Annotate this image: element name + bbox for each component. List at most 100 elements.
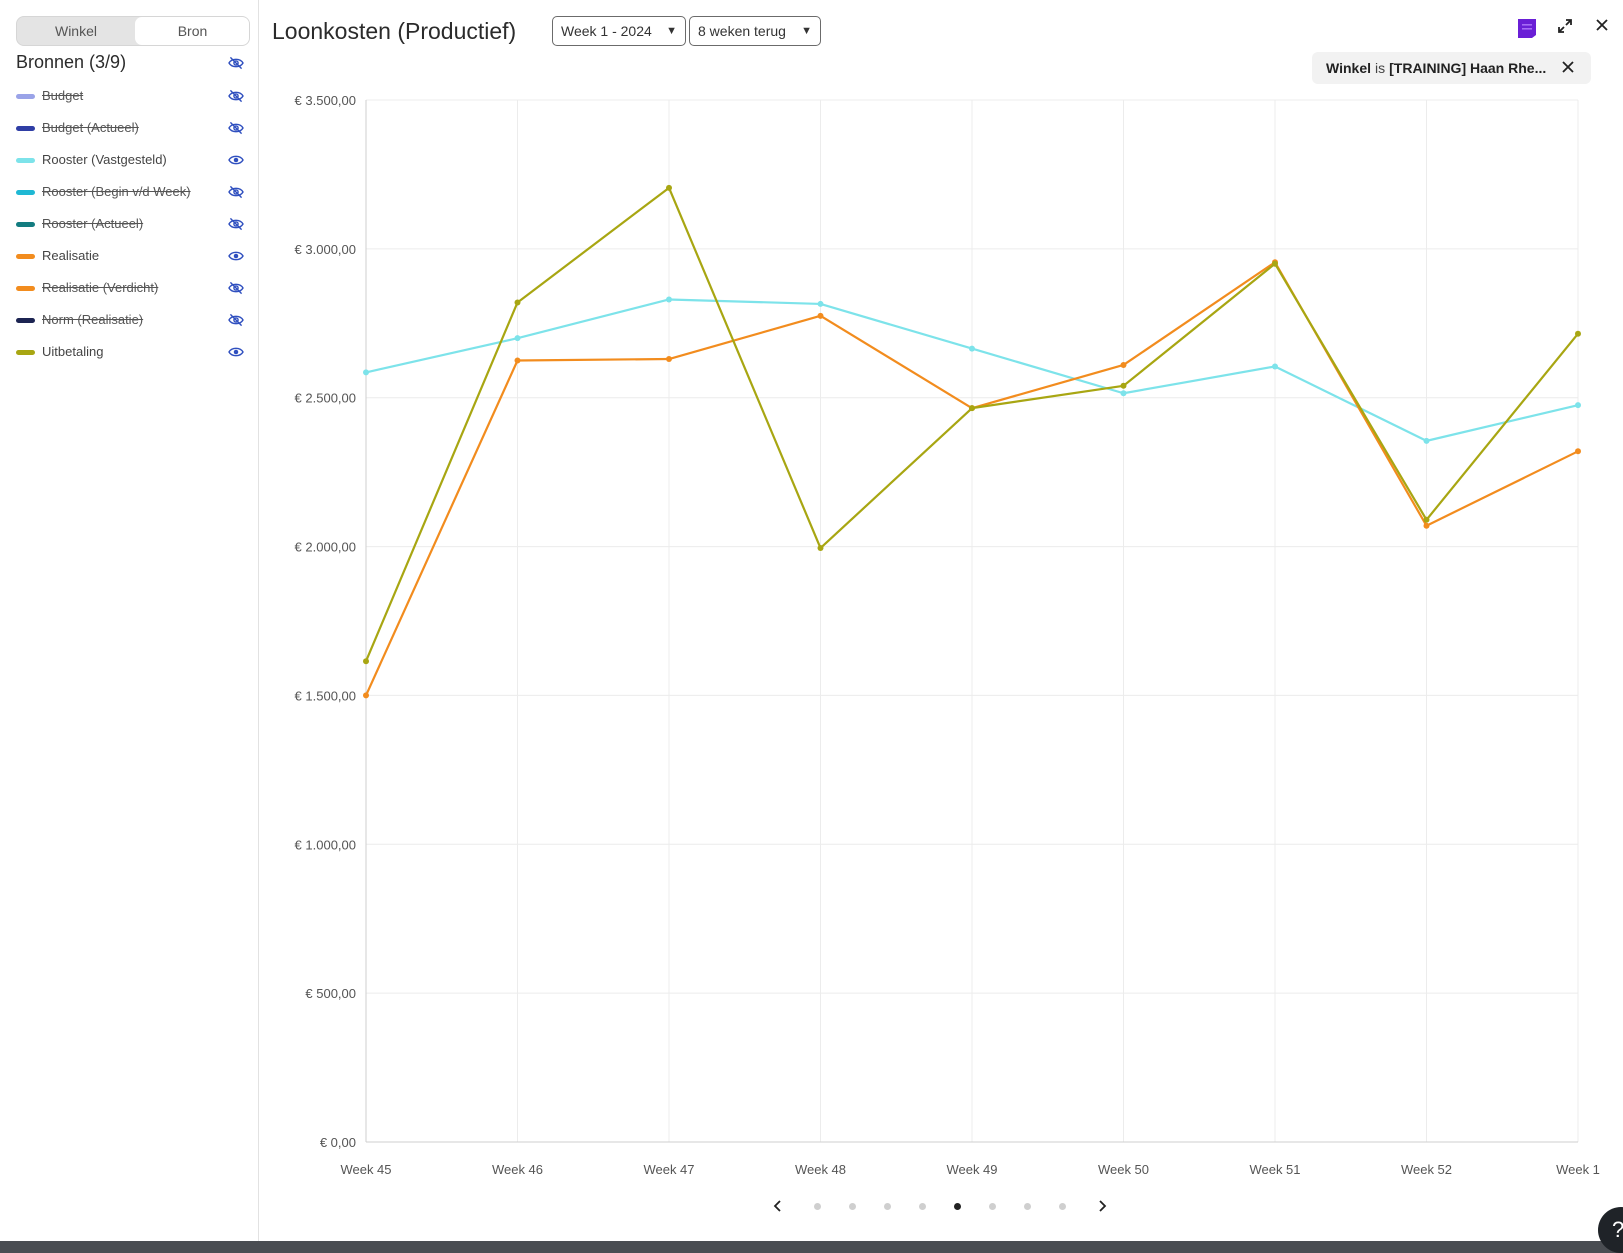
data-point[interactable] [514,299,521,306]
data-point[interactable] [1575,402,1581,409]
chevron-left-icon[interactable] [770,1196,786,1216]
hide-all-eye-off-icon[interactable] [227,56,245,70]
data-point[interactable] [1575,448,1581,455]
expand-icon[interactable] [1557,18,1573,34]
pager-dot[interactable] [919,1203,926,1210]
y-tick-label: € 0,00 [320,1135,356,1150]
y-tick-label: € 3.500,00 [295,93,356,108]
pager-dot[interactable] [989,1203,996,1210]
pager-dot[interactable] [814,1203,821,1210]
source-color-swatch [16,94,35,99]
source-color-swatch [16,286,35,291]
source-color-swatch [16,190,35,195]
source-label: Rooster (Actueel) [42,216,144,231]
y-tick-label: € 500,00 [305,986,356,1001]
source-item[interactable]: Realisatie (Verdicht) [16,272,246,304]
source-item[interactable]: Norm (Realisatie) [16,304,246,336]
data-point[interactable] [969,345,975,352]
sources-title: Bronnen (3/9) [16,52,127,72]
widget-icon[interactable] [1516,16,1538,40]
sources-sidebar: Winkel Bron Bronnen (3/9) Budget Budget (… [0,0,259,1241]
eye-off-icon[interactable] [227,313,245,327]
x-tick-label: Week 48 [795,1162,846,1177]
source-label: Realisatie [42,248,100,263]
data-point[interactable] [666,184,672,191]
remove-filter-close-icon[interactable] [1561,60,1575,74]
x-tick-label: Week 52 [1401,1162,1452,1177]
eye-icon[interactable] [227,249,245,263]
y-tick-label: € 2.500,00 [295,391,356,406]
toggle-winkel[interactable]: Winkel [17,17,135,45]
close-icon[interactable] [1595,18,1609,32]
bottom-bar [0,1241,1623,1253]
view-toggle: Winkel Bron [16,16,250,46]
sources-list: Budget Budget (Actueel) Rooster (Vastgeste… [16,80,246,368]
line-chart: € 0,00 € 500,00 € 1.000,00 € 1.500,00 € 2.00… [295,93,1600,1177]
source-item[interactable]: Realisatie [16,240,246,272]
data-point[interactable] [363,658,369,665]
pager-dot[interactable] [954,1203,961,1210]
data-point[interactable] [514,357,521,364]
pager-dot[interactable] [884,1203,891,1210]
data-point[interactable] [817,300,824,307]
data-point[interactable] [817,312,824,319]
data-point[interactable] [666,356,672,363]
y-tick-label: € 3.000,00 [295,242,356,257]
data-point[interactable] [1272,260,1278,267]
eye-off-icon[interactable] [227,217,245,231]
data-point[interactable] [1120,361,1127,368]
eye-off-icon[interactable] [227,185,245,199]
eye-icon[interactable] [227,345,245,359]
carousel-pager [770,1196,1120,1216]
source-item[interactable]: Rooster (Begin v/d Week) [16,176,246,208]
filter-field: Winkel [1326,60,1371,76]
data-point[interactable] [1423,516,1430,523]
data-point[interactable] [1120,390,1127,397]
eye-off-icon[interactable] [227,281,245,295]
toggle-bron[interactable]: Bron [135,17,249,45]
data-point[interactable] [1423,437,1430,444]
source-color-swatch [16,126,35,131]
eye-off-icon[interactable] [227,89,245,103]
week-select[interactable]: Week 1 - 2024 ▼ [552,16,686,46]
pager-dot[interactable] [1059,1203,1066,1210]
x-tick-label: Week 47 [643,1162,694,1177]
source-label: Uitbetaling [42,344,104,359]
source-item[interactable]: Rooster (Actueel) [16,208,246,240]
filter-chip[interactable]: Winkel is [TRAINING] Haan Rhe... [1312,52,1591,84]
data-point[interactable] [514,335,521,342]
source-item[interactable]: Budget (Actueel) [16,112,246,144]
data-point[interactable] [969,405,975,412]
source-item[interactable]: Rooster (Vastgesteld) [16,144,246,176]
source-color-swatch [16,222,35,227]
eye-off-icon[interactable] [227,121,245,135]
source-label: Realisatie (Verdicht) [42,280,159,295]
data-point[interactable] [363,692,369,699]
data-point[interactable] [666,296,672,303]
source-label: Rooster (Begin v/d Week) [42,184,191,199]
filter-value: [TRAINING] Haan Rhe... [1389,60,1547,76]
y-tick-label: € 2.000,00 [295,540,356,555]
range-select[interactable]: 8 weken terug ▼ [689,16,821,46]
data-point[interactable] [1272,363,1278,370]
data-point[interactable] [363,369,369,376]
data-point[interactable] [1575,330,1581,337]
chevron-right-icon[interactable] [1094,1196,1110,1216]
data-point[interactable] [1423,522,1430,529]
source-label: Budget [42,88,84,103]
data-point[interactable] [1120,382,1127,389]
range-select-value: 8 weken terug [698,23,786,39]
pager-dot[interactable] [849,1203,856,1210]
data-point[interactable] [817,545,824,552]
source-label: Norm (Realisatie) [42,312,144,327]
chevron-down-icon: ▼ [666,25,677,37]
pager-dot[interactable] [1024,1203,1031,1210]
x-tick-label: Week 46 [492,1162,543,1177]
x-tick-label: Week 45 [340,1162,391,1177]
source-item[interactable]: Uitbetaling [16,336,246,368]
page-title: Loonkosten (Productief) [272,18,517,44]
x-tick-label: Week 51 [1249,1162,1300,1177]
source-item[interactable]: Budget [16,80,246,112]
x-tick-label: Week 1 [1556,1162,1600,1177]
eye-icon[interactable] [227,153,245,167]
